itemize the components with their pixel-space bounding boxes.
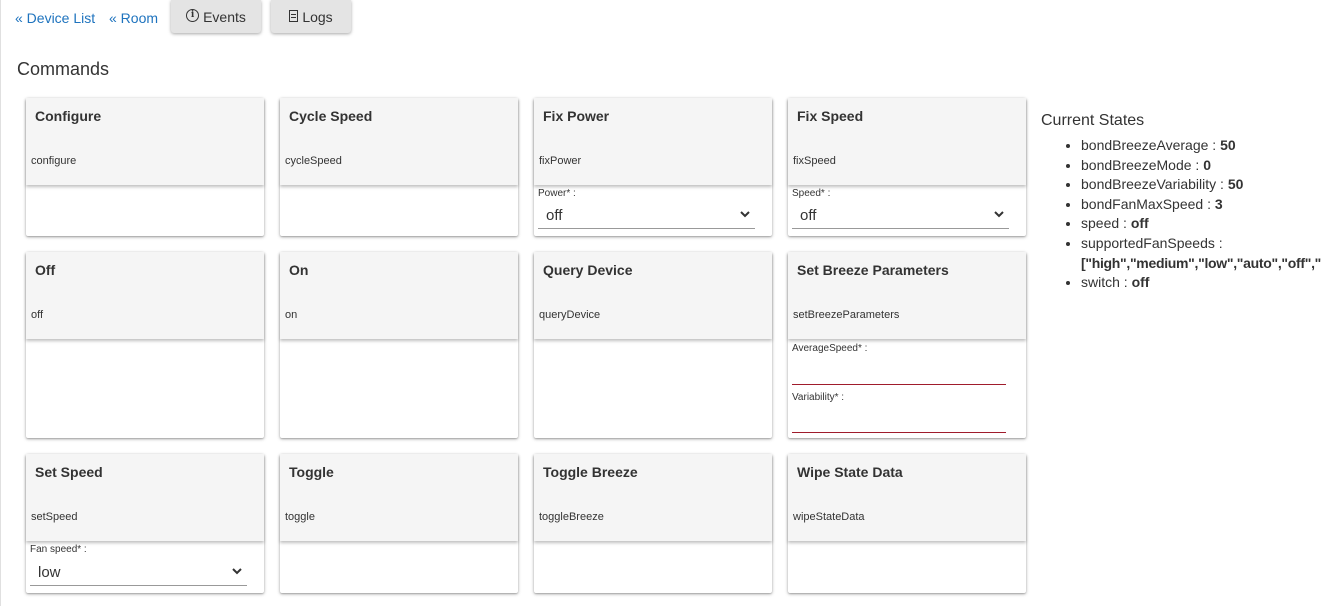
fix-power-button[interactable]: Fix Power fixPower [534,98,772,185]
commands-heading: Commands [17,59,110,79]
command-method: fixSpeed [793,155,836,167]
off-button[interactable]: Off off [26,252,264,339]
state-value: 0 [1203,156,1211,173]
events-label: Events [203,8,246,25]
state-value: off [1131,274,1150,291]
command-title: Toggle Breeze [543,464,638,480]
command-title: Fix Power [543,108,610,124]
command-title: Configure [35,108,102,124]
states-list: bondBreezeAverage : 50 bondBreezeMode : … [1041,136,1321,293]
current-states-heading: Current States [1041,112,1145,129]
current-states-panel: Current States bondBreezeAverage : 50 bo… [1041,112,1321,293]
query-device-button[interactable]: Query Device queryDevice [534,252,772,339]
command-method: on [285,309,298,321]
average-speed-input[interactable] [792,364,1006,385]
document-icon [289,9,299,22]
device-commands-page: « Device List « Room i Events Logs Comma… [0,0,1321,606]
state-item: bondFanMaxSpeed : 3 [1081,195,1321,215]
command-title: Set Speed [35,464,103,480]
state-value: 50 [1220,137,1236,153]
state-item: bondBreezeAverage : 50 [1081,136,1321,156]
state-key: supportedFanSpeeds [1081,234,1215,251]
command-card-on: On on [280,252,518,438]
state-item: speed : off [1081,214,1321,234]
command-method: off [31,309,44,321]
fan-speed-value: low [38,564,61,581]
state-key: bondBreezeAverage [1081,137,1209,153]
set-speed-button[interactable]: Set Speed setSpeed [26,454,264,541]
command-title: Toggle [289,464,334,480]
speed-select[interactable]: off [792,204,1009,229]
command-method: toggleBreeze [539,511,604,523]
chevron-down-icon [994,211,1004,218]
device-list-link[interactable]: « Device List [15,10,95,26]
command-title: On [289,262,309,278]
command-method: queryDevice [539,309,601,321]
average-speed-label: AverageSpeed* : [792,343,868,354]
power-value: off [546,207,563,224]
state-item: bondBreezeVariability : 50 [1081,175,1321,195]
cycle-speed-button[interactable]: Cycle Speed cycleSpeed [280,98,518,185]
state-value: ["high","medium","low","auto","off","on"… [1081,254,1321,271]
fan-speed-select[interactable]: low [30,561,247,586]
chevron-down-icon [232,568,242,575]
state-value: off [1130,215,1149,232]
command-card-wipe-state-data: Wipe State Data wipeStateData [788,454,1026,593]
on-button[interactable]: On on [280,252,518,339]
command-card-off: Off off [26,252,264,438]
state-item: bondBreezeMode : 0 [1081,156,1321,176]
fan-speed-label: Fan speed* : [30,544,87,555]
command-method: fixPower [539,155,582,167]
chevron-down-icon [740,211,750,218]
top-nav: « Device List « Room i Events Logs [1,0,601,34]
speed-label: Speed* : [792,188,831,199]
command-card-fix-power: Fix Power fixPower Power* : off [534,98,772,236]
command-card-set-breeze-parameters: Set Breeze Parameters setBreezeParameter… [788,252,1026,438]
speed-value: off [800,207,817,224]
state-key: bondBreezeMode [1081,156,1192,173]
command-method: configure [31,155,77,167]
command-method: toggle [285,511,315,523]
variability-label: Variability* : [792,392,845,403]
command-method: cycleSpeed [285,155,342,167]
command-card-toggle-breeze: Toggle Breeze toggleBreeze [534,454,772,593]
variability-input[interactable] [792,412,1006,433]
command-card-toggle: Toggle toggle [280,454,518,593]
events-button[interactable]: i Events [171,0,261,33]
command-card-query-device: Query Device queryDevice [534,252,772,438]
toggle-button[interactable]: Toggle toggle [280,454,518,541]
logs-button[interactable]: Logs [271,0,351,33]
command-title: Set Breeze Parameters [797,262,949,278]
set-breeze-parameters-button[interactable]: Set Breeze Parameters setBreezeParameter… [788,252,1026,339]
state-value: 3 [1214,195,1223,212]
power-label: Power* : [538,188,576,199]
state-key: switch [1081,274,1120,291]
command-card-fix-speed: Fix Speed fixSpeed Speed* : off [788,98,1026,236]
command-card-cycle-speed: Cycle Speed cycleSpeed [280,98,518,236]
command-title: Off [35,262,56,278]
command-title: Query Device [543,262,633,278]
state-key: speed [1081,215,1120,232]
command-card-configure: Configure configure [26,98,264,236]
configure-button[interactable]: Configure configure [26,98,264,185]
command-title: Fix Speed [797,108,864,124]
command-method: setSpeed [31,511,78,523]
command-method: wipeStateData [793,511,865,523]
command-title: Wipe State Data [797,464,903,480]
command-title: Cycle Speed [289,108,373,124]
power-select[interactable]: off [538,204,755,229]
state-key: bondFanMaxSpeed [1081,195,1204,212]
room-link[interactable]: « Room [109,10,158,26]
logs-label: Logs [302,8,333,25]
command-card-set-speed: Set Speed setSpeed Fan speed* : low [26,454,264,593]
state-value: 50 [1227,176,1244,193]
command-method: setBreezeParameters [793,309,900,321]
state-item: supportedFanSpeeds : ["high","medium","l… [1081,234,1321,273]
state-item: switch : off [1081,273,1321,293]
info-icon: i [186,9,200,22]
wipe-state-data-button[interactable]: Wipe State Data wipeStateData [788,454,1026,541]
state-key: bondBreezeVariability [1081,176,1217,193]
fix-speed-button[interactable]: Fix Speed fixSpeed [788,98,1026,185]
toggle-breeze-button[interactable]: Toggle Breeze toggleBreeze [534,454,772,541]
